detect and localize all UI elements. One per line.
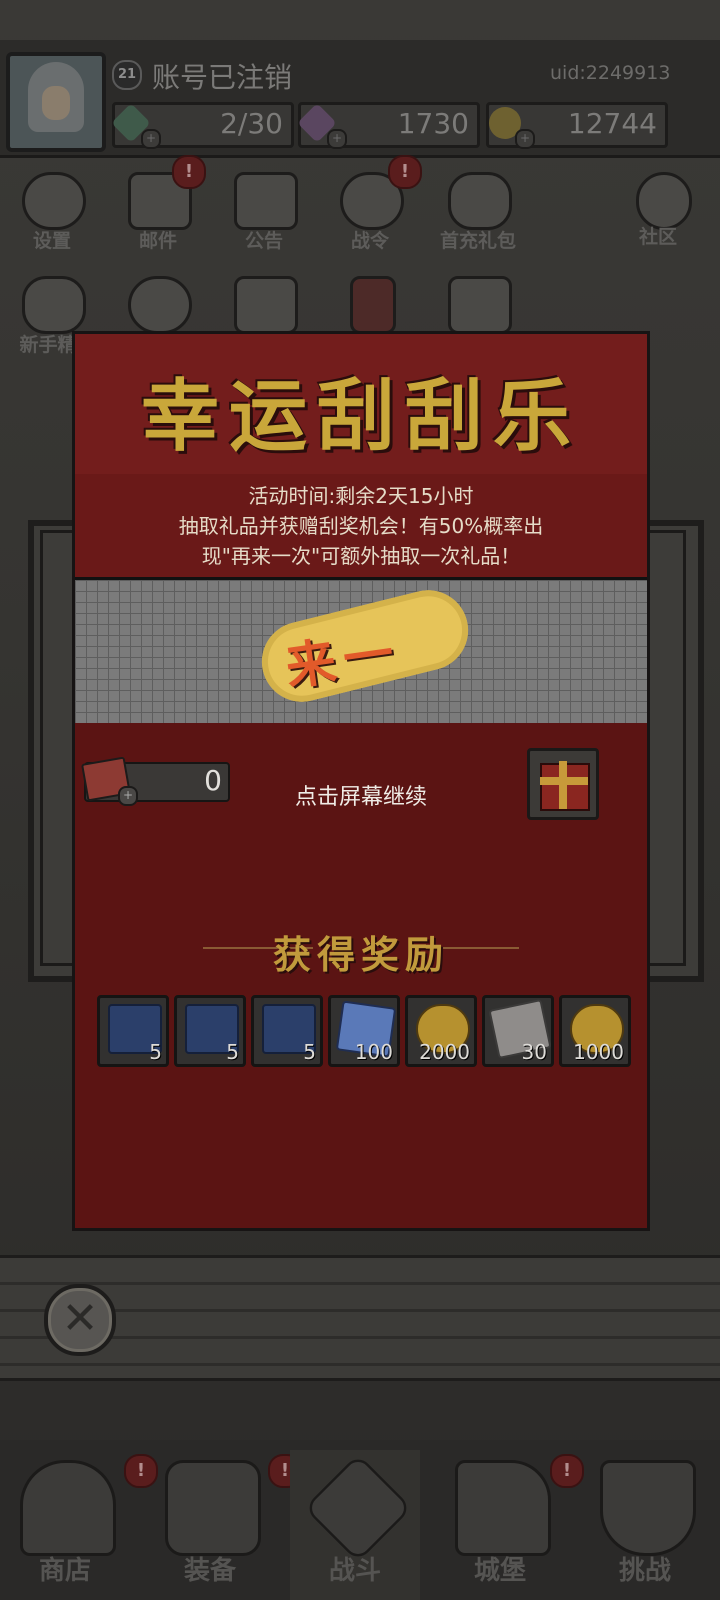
- crossed-swords-icon: [303, 1453, 413, 1563]
- nav-challenge[interactable]: 挑战: [580, 1450, 710, 1600]
- nav-battle[interactable]: 战斗: [290, 1450, 420, 1600]
- menu-label: 邮件: [138, 230, 177, 252]
- armor-icon: [165, 1460, 261, 1556]
- nav-castle[interactable]: 城堡: [435, 1450, 565, 1600]
- shop-icon: [20, 1460, 116, 1556]
- reward-count: 30: [521, 1040, 547, 1064]
- red-card-icon: [350, 276, 396, 334]
- scratch-revealed-text: 来一: [282, 623, 406, 697]
- reward-slot[interactable]: 100: [328, 995, 400, 1067]
- menu-settings[interactable]: 设置: [12, 168, 92, 252]
- reward-count: 5: [303, 1040, 316, 1064]
- gold-value: 12744: [567, 107, 657, 140]
- event-desc-line2: 现"再来一次"可额外抽取一次礼品！: [201, 544, 521, 568]
- nav-label: 装备: [183, 1556, 236, 1586]
- reward-slot[interactable]: 30: [482, 995, 554, 1067]
- player-level-badge: 21: [112, 60, 142, 90]
- reward-count: 100: [354, 1040, 393, 1064]
- gold-counter[interactable]: + 12744: [486, 102, 668, 149]
- gift-button[interactable]: [527, 748, 599, 820]
- event-time: 活动时间:剩余2天15小时: [248, 484, 474, 508]
- nav-equipment[interactable]: 装备: [145, 1450, 275, 1600]
- menu-label: 社区: [638, 226, 677, 248]
- menu-label: 战令: [350, 230, 389, 252]
- reward-count: 5: [149, 1040, 162, 1064]
- add-energy-icon[interactable]: +: [141, 129, 161, 149]
- nav-label: 商店: [38, 1556, 91, 1586]
- menu-label: 首充礼包: [439, 230, 516, 252]
- building-icon: [448, 276, 512, 334]
- player-uid: uid:2249913: [550, 62, 671, 84]
- reward-count: 1000: [573, 1040, 624, 1064]
- reward-slot[interactable]: 5: [174, 995, 246, 1067]
- scratch-card-modal[interactable]: 幸运刮刮乐 活动时间:剩余2天15小时 抽取礼品并获赠刮奖机会！有50%概率出 …: [72, 331, 650, 1231]
- energy-counter[interactable]: + 2/30: [111, 102, 294, 149]
- reward-slot[interactable]: 1000: [559, 995, 631, 1067]
- newbie-bag-icon: [22, 276, 86, 334]
- reward-slot[interactable]: 5: [97, 995, 169, 1067]
- gem-value: 1730: [397, 107, 469, 140]
- energy-value: 2/30: [220, 107, 283, 140]
- castle-icon: [455, 1460, 551, 1556]
- menu-label: 设置: [32, 230, 71, 252]
- reward-slot[interactable]: 5: [251, 995, 323, 1067]
- menu-label: 公告: [244, 230, 283, 252]
- avatar[interactable]: [6, 52, 106, 152]
- add-gold-icon[interactable]: +: [515, 129, 535, 149]
- card-icon: [234, 276, 298, 334]
- modal-title: 幸运刮刮乐: [140, 371, 581, 462]
- nav-label: 战斗: [328, 1556, 381, 1586]
- scroll-icon: [234, 172, 298, 230]
- reward-title: 获得奖励: [272, 932, 449, 977]
- gear-icon: [22, 172, 86, 230]
- nav-shop[interactable]: 商店: [0, 1450, 130, 1600]
- player-name: 账号已注销: [152, 61, 293, 94]
- scratch-area[interactable]: 来一: [75, 577, 647, 726]
- reward-slot[interactable]: 2000: [405, 995, 477, 1067]
- nav-label: 挑战: [618, 1556, 671, 1586]
- battle-pass-notification-badge: !: [388, 155, 422, 189]
- challenge-icon: [600, 1460, 696, 1556]
- close-button[interactable]: ✕: [44, 1284, 116, 1356]
- nav-label: 城堡: [473, 1556, 526, 1586]
- gem-counter[interactable]: + 1730: [297, 102, 480, 149]
- castle-notification-badge: !: [550, 1454, 584, 1488]
- mail-notification-badge: !: [172, 155, 206, 189]
- menu-first-recharge[interactable]: 首充礼包: [438, 168, 518, 252]
- reward-count: 2000: [419, 1040, 470, 1064]
- menu-community[interactable]: 社区: [626, 168, 706, 248]
- add-gems-icon[interactable]: +: [327, 129, 347, 149]
- wreath-icon: [128, 276, 192, 334]
- close-icon: ✕: [61, 1293, 99, 1344]
- money-bag-icon: [448, 172, 512, 230]
- reward-count: 5: [226, 1040, 239, 1064]
- menu-announcement[interactable]: 公告: [224, 168, 304, 252]
- event-desc-line1: 抽取礼品并获赠刮奖机会！有50%概率出: [178, 514, 544, 538]
